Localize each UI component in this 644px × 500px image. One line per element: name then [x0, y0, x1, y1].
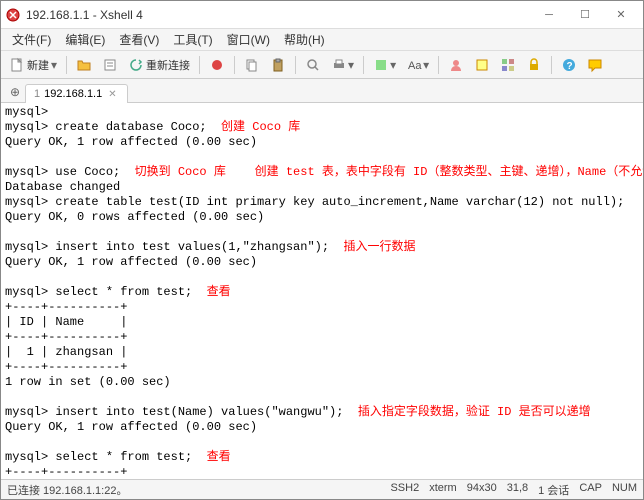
open-button[interactable]: [72, 54, 96, 76]
folder-icon: [76, 57, 92, 73]
separator: [66, 56, 67, 74]
menu-tools[interactable]: 工具(T): [166, 29, 219, 50]
menu-help[interactable]: 帮助(H): [277, 29, 332, 50]
script-button[interactable]: [470, 54, 494, 76]
find-button[interactable]: [301, 54, 325, 76]
status-size: 94x30: [467, 482, 497, 498]
toolbar: 新建 ▾ 重新连接 ▾ ▾ Aa▾ ?: [1, 51, 643, 79]
svg-text:Aa: Aa: [408, 60, 422, 72]
svg-text:?: ?: [567, 61, 573, 72]
font-button[interactable]: Aa▾: [402, 54, 433, 76]
tab-strip: ⊕ 1 192.168.1.1 ✕: [1, 79, 643, 103]
disconnect-icon: [209, 57, 225, 73]
chat-button[interactable]: [583, 54, 607, 76]
status-sessions: 1 会话: [538, 482, 569, 498]
app-icon: [5, 7, 21, 23]
minimize-button[interactable]: ─: [531, 3, 567, 27]
new-icon: [9, 57, 25, 73]
window-title: 192.168.1.1 - Xshell 4: [26, 8, 531, 22]
tab-close-icon[interactable]: ✕: [106, 89, 118, 100]
menubar: 文件(F) 编辑(E) 查看(V) 工具(T) 窗口(W) 帮助(H): [1, 29, 643, 51]
print-button[interactable]: ▾: [327, 54, 358, 76]
status-cap: CAP: [579, 482, 602, 498]
separator: [295, 56, 296, 74]
titlebar: 192.168.1.1 - Xshell 4 ─ ☐ ✕: [1, 1, 643, 29]
color-icon: [373, 57, 389, 73]
menu-window[interactable]: 窗口(W): [220, 29, 277, 50]
properties-button[interactable]: [98, 54, 122, 76]
separator: [551, 56, 552, 74]
reconnect-icon: [128, 57, 144, 73]
status-protocol: SSH2: [390, 482, 419, 498]
help-icon: ?: [561, 57, 577, 73]
copy-icon: [244, 57, 260, 73]
menu-file[interactable]: 文件(F): [5, 29, 58, 50]
user-button[interactable]: [444, 54, 468, 76]
statusbar: 已连接 192.168.1.1:22。 SSH2 xterm 94x30 31,…: [1, 479, 643, 499]
help-button[interactable]: ?: [557, 54, 581, 76]
close-button[interactable]: ✕: [603, 3, 639, 27]
properties-icon: [102, 57, 118, 73]
font-icon: Aa: [406, 57, 422, 73]
separator: [199, 56, 200, 74]
status-num: NUM: [612, 482, 637, 498]
menu-edit[interactable]: 编辑(E): [58, 29, 112, 50]
grid-icon: [500, 57, 516, 73]
session-tab[interactable]: 1 192.168.1.1 ✕: [25, 84, 128, 103]
separator: [438, 56, 439, 74]
disconnect-button[interactable]: [205, 54, 229, 76]
separator: [234, 56, 235, 74]
menu-view[interactable]: 查看(V): [112, 29, 166, 50]
user-icon: [448, 57, 464, 73]
maximize-button[interactable]: ☐: [567, 3, 603, 27]
script-icon: [474, 57, 490, 73]
status-cursor: 31,8: [507, 482, 528, 498]
reconnect-button[interactable]: 重新连接: [124, 54, 194, 76]
paste-icon: [270, 57, 286, 73]
grid-button[interactable]: [496, 54, 520, 76]
search-icon: [305, 57, 321, 73]
new-button[interactable]: 新建 ▾: [5, 54, 61, 76]
copy-button[interactable]: [240, 54, 264, 76]
lock-button[interactable]: [522, 54, 546, 76]
tab-number: 1: [34, 88, 40, 100]
lock-icon: [526, 57, 542, 73]
add-tab-button[interactable]: ⊕: [5, 82, 25, 102]
paste-button[interactable]: [266, 54, 290, 76]
color-button[interactable]: ▾: [369, 54, 400, 76]
status-connection: 已连接 192.168.1.1:22。: [7, 482, 390, 498]
tab-title: 192.168.1.1: [44, 88, 102, 100]
terminal[interactable]: mysql> mysql> create database Coco; 创建 C…: [1, 103, 643, 479]
status-term: xterm: [429, 482, 457, 498]
print-icon: [331, 57, 347, 73]
separator: [363, 56, 364, 74]
chat-icon: [587, 57, 603, 73]
